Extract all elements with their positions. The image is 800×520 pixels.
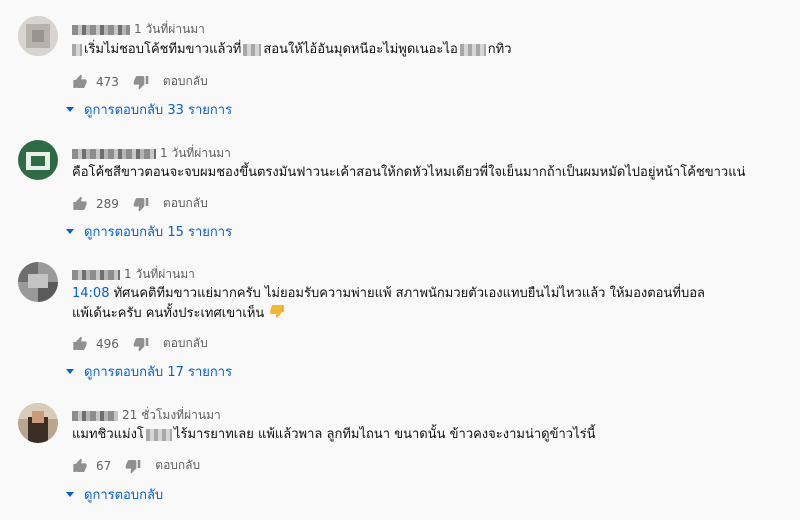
comment-meta: 21 ชั่วโมงที่ผ่านมา (72, 406, 221, 425)
avatar[interactable] (18, 403, 58, 443)
comment-meta: 1 วันที่ผ่านมา (72, 265, 195, 284)
avatar[interactable] (18, 262, 58, 302)
view-replies-button[interactable]: ดูการตอบกลับ 15 รายการ (66, 221, 232, 242)
like-count: 496 (96, 336, 119, 351)
redacted-text (243, 43, 262, 56)
author-name-blurred[interactable] (72, 269, 120, 280)
author-name-blurred[interactable] (72, 148, 156, 159)
comment-time[interactable]: 1 วันที่ผ่านมา (134, 22, 205, 36)
comment-meta: 1 วันที่ผ่านมา (72, 144, 231, 163)
thumbs-up-icon[interactable] (72, 196, 88, 212)
thumbs-down-emoji (270, 305, 284, 318)
chevron-down-icon (66, 229, 74, 234)
video-timestamp-link[interactable]: 14:08 (72, 286, 109, 301)
comment-time[interactable]: 1 วันที่ผ่านมา (124, 267, 195, 281)
comment-text: เริ่มไม่ชอบโค้ชทีมขาวแล้วที่ สอนให้ไอ้อัน… (72, 40, 512, 60)
author-name-blurred[interactable] (72, 24, 130, 35)
comment-time[interactable]: 1 วันที่ผ่านมา (160, 146, 231, 160)
redacted-text (72, 43, 82, 56)
comment-actions: 67 ตอบกลับ (72, 456, 200, 475)
thumbs-down-icon[interactable] (125, 458, 141, 474)
like-count: 473 (96, 74, 119, 89)
thumbs-down-icon[interactable] (133, 196, 149, 212)
redacted-text (145, 428, 172, 441)
thumbs-up-icon[interactable] (72, 336, 88, 352)
comment-actions: 496 ตอบกลับ (72, 334, 208, 353)
like-count: 67 (96, 458, 112, 473)
reply-button[interactable]: ตอบกลับ (163, 334, 208, 353)
view-replies-button[interactable]: ดูการตอบกลับ (66, 484, 163, 505)
reply-button[interactable]: ตอบกลับ (163, 72, 208, 91)
comment-actions: 289 ตอบกลับ (72, 194, 208, 213)
comment-text: คือโค้ชสีขาวตอนจะจบผมชองขึ้นตรงมันฟาวนะเ… (72, 165, 746, 180)
thumbs-down-icon[interactable] (133, 336, 149, 352)
comment-actions: 473 ตอบกลับ (72, 72, 208, 91)
avatar[interactable] (18, 140, 58, 180)
view-replies-button[interactable]: ดูการตอบกลับ 17 รายการ (66, 361, 232, 382)
comment-meta: 1 วันที่ผ่านมา (72, 20, 205, 39)
reply-button[interactable]: ตอบกลับ (155, 456, 200, 475)
comment-text: 14:08 ทัศนคติทีมขาวแย่มากครับ ไม่ยอมรับค… (72, 286, 705, 321)
avatar[interactable] (18, 16, 58, 56)
like-count: 289 (96, 196, 119, 211)
reply-button[interactable]: ตอบกลับ (163, 194, 208, 213)
thumbs-down-icon[interactable] (133, 74, 149, 90)
view-replies-button[interactable]: ดูการตอบกลับ 33 รายการ (66, 99, 232, 120)
comment-text: แมทชิวแม่งโ ไร้มารยาทเลย แพ้แล้วพาล ลูกที… (72, 427, 596, 442)
chevron-down-icon (66, 369, 74, 374)
chevron-down-icon (66, 492, 74, 497)
thumbs-up-icon[interactable] (72, 458, 88, 474)
chevron-down-icon (66, 107, 74, 112)
thumbs-up-icon[interactable] (72, 74, 88, 90)
author-name-blurred[interactable] (72, 410, 118, 421)
redacted-text (459, 43, 486, 56)
comment-time[interactable]: 21 ชั่วโมงที่ผ่านมา (122, 408, 221, 422)
